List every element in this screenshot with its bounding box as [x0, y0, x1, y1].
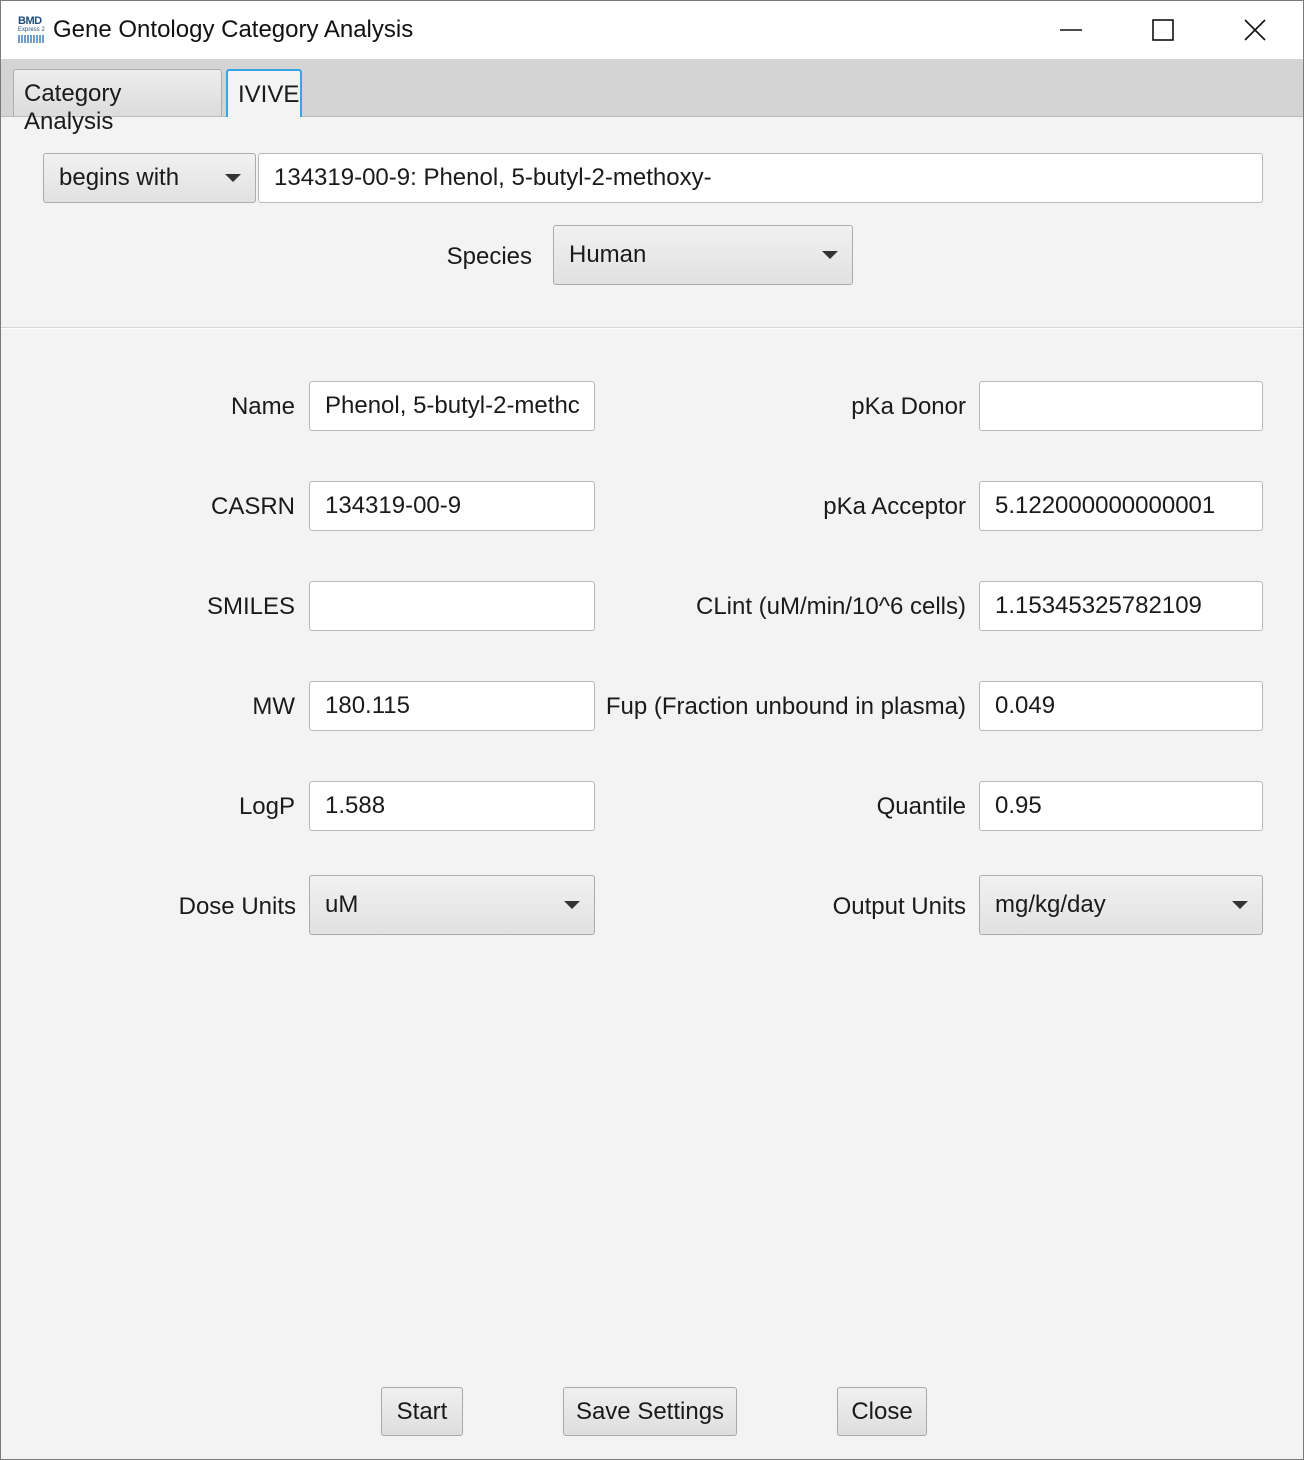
close-window-button[interactable]	[1209, 1, 1301, 59]
ivive-window: BMD Express 2 Gene Ontology Category Ana…	[0, 0, 1304, 1460]
casrn-field[interactable]: 134319-00-9	[309, 481, 595, 531]
clint-field[interactable]: 1.15345325782109	[979, 581, 1263, 631]
close-icon	[1244, 19, 1266, 41]
clint-label: CLint (uM/min/10^6 cells)	[695, 593, 966, 620]
logp-field[interactable]: 1.588	[309, 781, 595, 831]
chevron-down-icon	[1232, 901, 1248, 909]
match-mode-dropdown[interactable]: begins with	[43, 153, 256, 203]
title-bar: BMD Express 2 Gene Ontology Category Ana…	[1, 1, 1303, 59]
section-divider	[1, 327, 1303, 329]
minimize-button[interactable]	[1025, 1, 1117, 59]
start-button[interactable]: Start	[381, 1387, 463, 1436]
dose-units-value: uM	[325, 891, 359, 918]
species-value: Human	[569, 241, 647, 268]
name-label: Name	[230, 393, 295, 420]
chevron-down-icon	[225, 174, 241, 182]
close-button[interactable]: Close	[837, 1387, 927, 1436]
chevron-down-icon	[822, 251, 838, 259]
tab-category-analysis[interactable]: Category Analysis	[13, 69, 222, 135]
bmd-express-logo-icon: BMD Express 2	[17, 15, 47, 45]
species-dropdown[interactable]: Human	[553, 225, 853, 285]
save-settings-button[interactable]: Save Settings	[563, 1387, 737, 1436]
output-units-dropdown[interactable]: mg/kg/day	[979, 875, 1263, 935]
quantile-field[interactable]: 0.95	[979, 781, 1263, 831]
dose-units-label: Dose Units	[178, 893, 296, 920]
species-label: Species	[446, 243, 532, 270]
pka-acceptor-field[interactable]: 5.122000000000001	[979, 481, 1263, 531]
chevron-down-icon	[564, 901, 580, 909]
pka-donor-label: pKa Donor	[851, 393, 966, 420]
tab-ivive[interactable]: IVIVE	[226, 69, 302, 117]
match-mode-value: begins with	[59, 164, 180, 191]
logp-label: LogP	[238, 793, 295, 820]
pka-acceptor-label: pKa Acceptor	[823, 493, 966, 520]
mw-label: MW	[252, 693, 295, 720]
chemical-search-input[interactable]: 134319-00-9: Phenol, 5-butyl-2-methoxy-	[258, 153, 1263, 203]
window-title: Gene Ontology Category Analysis	[53, 16, 414, 43]
tab-strip: Category Analysis IVIVE	[1, 59, 1303, 135]
smiles-field[interactable]	[309, 581, 595, 631]
casrn-label: CASRN	[210, 493, 295, 520]
maximize-icon	[1152, 19, 1174, 41]
fup-label: Fup (Fraction unbound in plasma)	[605, 693, 966, 720]
output-units-value: mg/kg/day	[995, 891, 1106, 918]
minimize-icon	[1060, 29, 1082, 31]
pka-donor-field[interactable]	[979, 381, 1263, 431]
maximize-button[interactable]	[1117, 1, 1209, 59]
quantile-label: Quantile	[876, 793, 966, 820]
mw-field[interactable]: 180.115	[309, 681, 595, 731]
output-units-label: Output Units	[832, 893, 966, 920]
name-field[interactable]: Phenol, 5-butyl-2-methc	[309, 381, 595, 431]
smiles-label: SMILES	[206, 593, 295, 620]
fup-field[interactable]: 0.049	[979, 681, 1263, 731]
dose-units-dropdown[interactable]: uM	[309, 875, 595, 935]
